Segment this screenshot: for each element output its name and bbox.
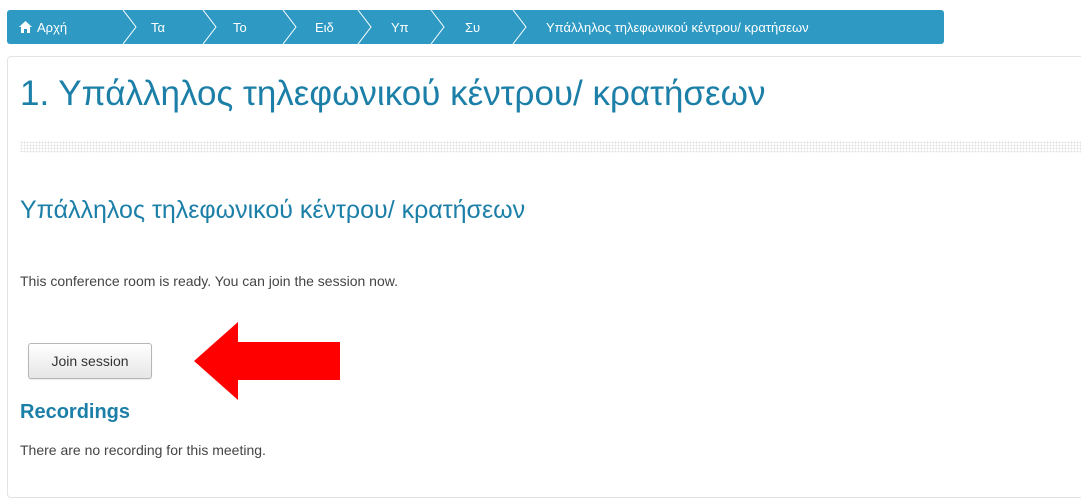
breadcrumb-item-current: Υπάλληλος τηλεφωνικού κέντρου/ κρατήσεων (527, 10, 809, 44)
breadcrumb-label: Τα (151, 19, 166, 35)
breadcrumb-item[interactable]: Υπ (372, 10, 445, 44)
breadcrumb-item[interactable]: Συ (445, 10, 527, 44)
red-arrow-left-icon (194, 322, 340, 400)
conference-ready-message: This conference room is ready. You can j… (20, 273, 398, 289)
breadcrumb: Αρχή Τα Το Ειδ Υπ Συ Υπάλληλος τηλεφωνικ… (7, 10, 944, 44)
page-title: 1. Υπάλληλος τηλεφωνικού κέντρου/ κρατήσ… (20, 74, 766, 113)
recordings-title: Recordings (20, 401, 131, 423)
breadcrumb-item-home[interactable]: Αρχή (7, 10, 137, 44)
breadcrumb-label: Το (233, 19, 247, 35)
breadcrumb-label: Υπάλληλος τηλεφωνικού κέντρου/ κρατήσεων (546, 19, 809, 35)
breadcrumb-label: Συ (465, 19, 481, 35)
breadcrumb-label: Υπ (391, 19, 409, 35)
join-session-button[interactable]: Join session (28, 343, 152, 379)
no-recordings-message: There are no recording for this meeting. (20, 442, 266, 458)
breadcrumb-label: Αρχή (37, 19, 68, 35)
breadcrumb-label: Ειδ (315, 19, 334, 35)
breadcrumb-item[interactable]: Τα (137, 10, 217, 44)
section-title: Υπάλληλος τηλεφωνικού κέντρου/ κρατήσεων (20, 196, 526, 224)
breadcrumb-item[interactable]: Ειδ (297, 10, 372, 44)
home-icon (19, 21, 32, 33)
breadcrumb-item[interactable]: Το (217, 10, 297, 44)
dotted-divider (20, 141, 1081, 153)
